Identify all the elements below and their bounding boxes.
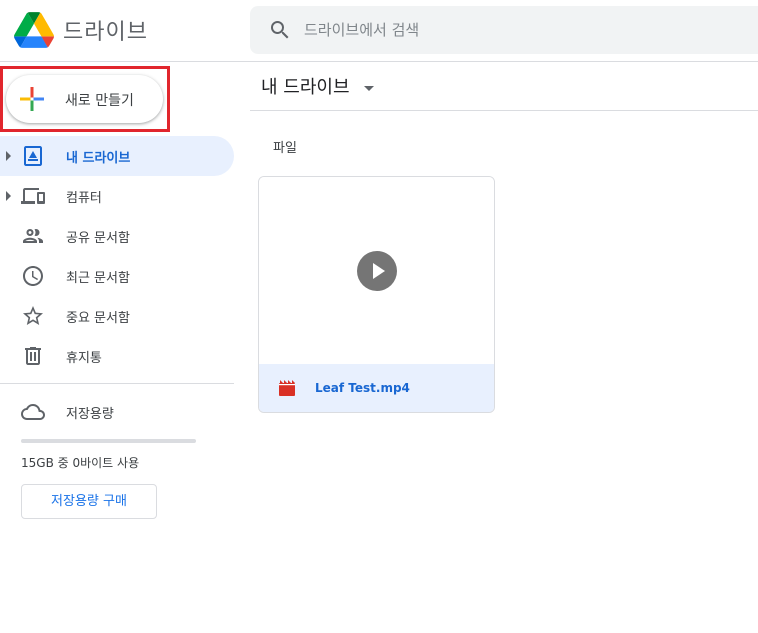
play-icon: [357, 251, 397, 291]
search-input[interactable]: [304, 6, 744, 54]
file-card-footer[interactable]: Leaf Test.mp4: [259, 364, 494, 412]
shared-people-icon: [23, 229, 43, 243]
video-file-icon: [279, 380, 295, 396]
google-drive-logo-icon[interactable]: [14, 12, 54, 48]
sidebar-item-label: 내 드라이브: [66, 151, 131, 166]
sidebar-item-recent[interactable]: 최근 문서함: [0, 256, 234, 296]
sidebar-item-storage[interactable]: 저장용량: [0, 392, 234, 432]
file-name: Leaf Test.mp4: [315, 381, 410, 395]
new-button[interactable]: 새로 만들기: [6, 75, 163, 123]
app-title: 드라이브: [63, 20, 148, 45]
main-divider: [250, 110, 758, 111]
cloud-icon: [21, 404, 45, 420]
sidebar-item-my-drive[interactable]: 내 드라이브: [0, 136, 234, 176]
sidebar-item-label: 휴지통: [66, 351, 102, 366]
clock-icon: [23, 266, 43, 286]
sidebar-divider: [0, 383, 234, 384]
sidebar-item-shared[interactable]: 공유 문서함: [0, 216, 234, 256]
sidebar-item-label: 저장용량: [66, 407, 114, 422]
star-icon: [23, 306, 43, 325]
page-title[interactable]: 내 드라이브: [261, 73, 350, 99]
trash-icon: [25, 347, 41, 365]
storage-usage-bar: [21, 439, 196, 443]
search-bar[interactable]: [250, 6, 758, 54]
expand-arrow-icon[interactable]: [6, 151, 11, 161]
sidebar-item-label: 최근 문서함: [66, 271, 130, 286]
sidebar-item-label: 공유 문서함: [66, 231, 130, 246]
expand-arrow-icon[interactable]: [6, 191, 11, 201]
computer-icon: [21, 188, 45, 204]
file-thumbnail[interactable]: [259, 177, 494, 364]
plus-icon: [20, 87, 44, 111]
search-icon[interactable]: [268, 18, 292, 42]
my-drive-icon: [24, 146, 42, 166]
sidebar-item-starred[interactable]: 중요 문서함: [0, 296, 234, 336]
file-card[interactable]: Leaf Test.mp4: [258, 176, 495, 413]
dropdown-caret-icon[interactable]: [364, 86, 374, 91]
new-button-label: 새로 만들기: [65, 93, 134, 109]
section-label-files: 파일: [273, 141, 297, 156]
sidebar-item-label: 중요 문서함: [66, 311, 130, 326]
sidebar-item-label: 컴퓨터: [66, 191, 102, 206]
buy-storage-button[interactable]: 저장용량 구매: [21, 484, 157, 519]
header: 드라이브: [0, 0, 758, 62]
sidebar-item-trash[interactable]: 휴지통: [0, 336, 234, 376]
storage-usage-text: 15GB 중 0바이트 사용: [21, 456, 140, 470]
sidebar-item-computers[interactable]: 컴퓨터: [0, 176, 234, 216]
